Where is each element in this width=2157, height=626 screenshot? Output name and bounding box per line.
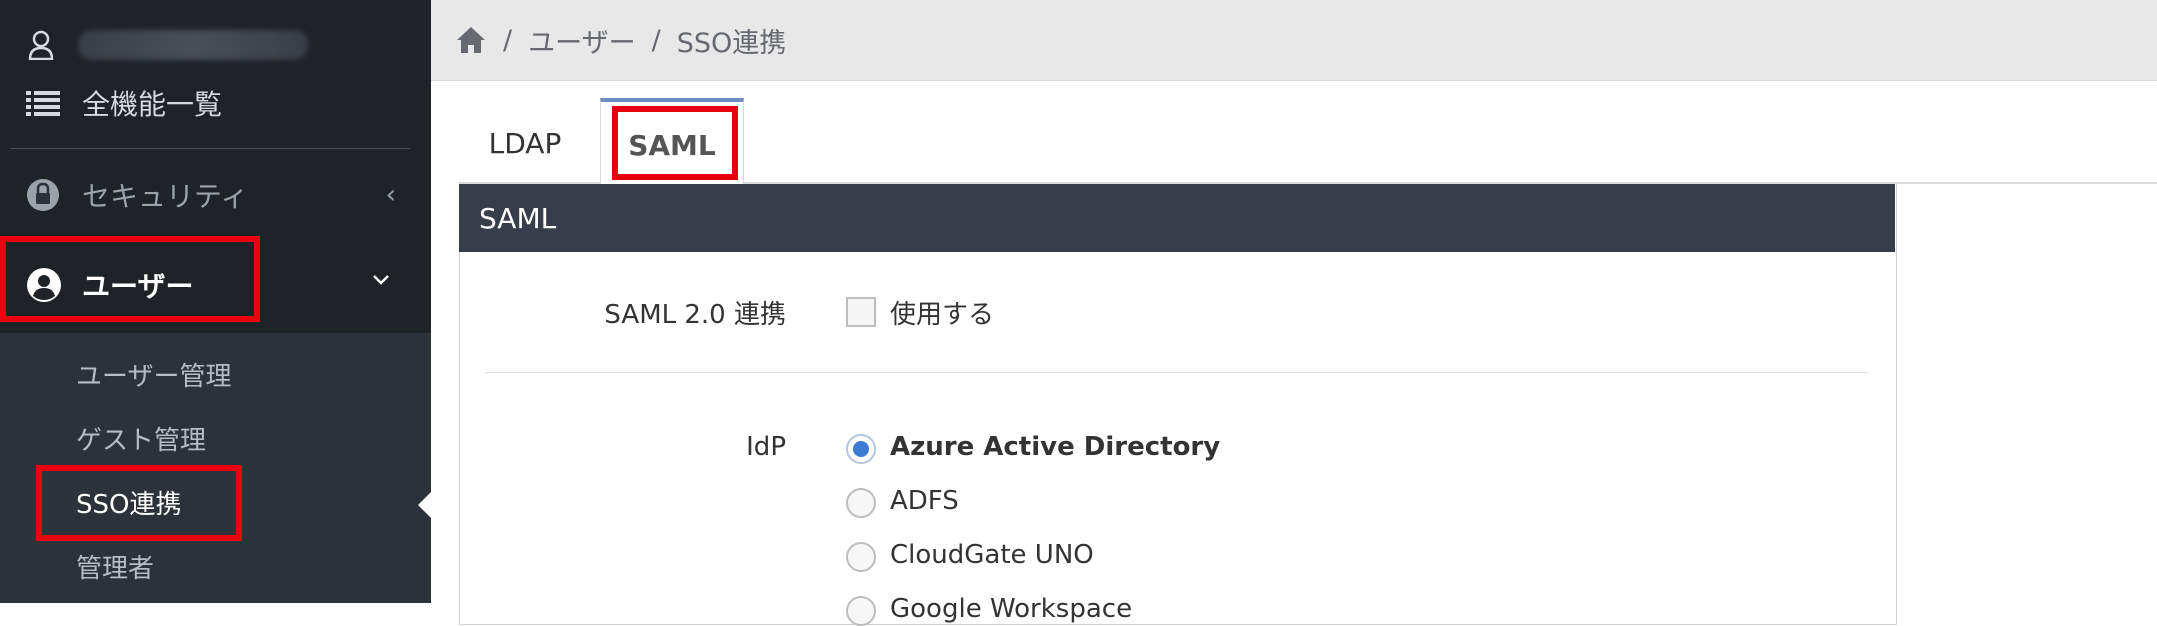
breadcrumb-separator: / <box>651 24 661 56</box>
user-name-redacted <box>78 30 308 60</box>
highlight-box-user <box>0 236 260 322</box>
idp-option-label[interactable]: Azure Active Directory <box>890 432 1220 462</box>
active-item-pointer <box>418 491 432 519</box>
lock-icon <box>27 179 59 211</box>
person-outline-icon <box>28 30 54 60</box>
idp-radio-adfs[interactable] <box>846 488 876 518</box>
idp-option-label[interactable]: Google Workspace <box>890 594 1132 624</box>
chevron-left-icon: ‹ <box>385 180 396 210</box>
idp-radio-azure[interactable] <box>846 434 876 464</box>
breadcrumb: / ユーザー / SSO連携 <box>455 21 786 60</box>
current-user[interactable] <box>28 22 308 68</box>
panel-title: SAML <box>479 201 557 235</box>
form-divider <box>485 372 1868 373</box>
sidebar-item-label: 全機能一覧 <box>82 88 223 121</box>
panel-header: SAML <box>459 184 1895 252</box>
idp-label: IdP <box>746 432 786 462</box>
chevron-down-icon <box>373 275 389 285</box>
highlight-box-saml-tab <box>612 106 738 180</box>
breadcrumb-item-user[interactable]: ユーザー <box>528 21 635 60</box>
idp-radio-google[interactable] <box>846 596 876 626</box>
idp-radio-cloudgate[interactable] <box>846 542 876 572</box>
sidebar: 全機能一覧 セキュリティ ‹ ユーザー ユーザー管理 ゲスト管理 SSO連携 管… <box>0 0 432 603</box>
breadcrumb-bar: / ユーザー / SSO連携 <box>431 0 2157 81</box>
highlight-box-sso <box>36 465 242 541</box>
tab-ldap[interactable]: LDAP <box>460 102 590 184</box>
idp-option-label[interactable]: ADFS <box>890 486 959 516</box>
sidebar-item-security[interactable]: セキュリティ ‹ <box>26 172 406 218</box>
breadcrumb-separator: / <box>503 24 513 56</box>
sidebar-item-all-features[interactable]: 全機能一覧 <box>26 82 222 124</box>
sidebar-subitem-guest-management[interactable]: ゲスト管理 <box>76 420 206 457</box>
list-icon <box>26 91 60 116</box>
idp-option-label[interactable]: CloudGate UNO <box>890 540 1094 570</box>
sidebar-subitem-admin[interactable]: 管理者 <box>76 548 154 585</box>
sidebar-item-label: セキュリティ <box>82 180 249 213</box>
home-icon[interactable] <box>455 25 487 55</box>
saml-label: SAML 2.0 連携 <box>604 300 786 330</box>
breadcrumb-item-sso: SSO連携 <box>676 27 787 59</box>
use-saml-label[interactable]: 使用する <box>890 294 994 331</box>
sidebar-subitem-user-management[interactable]: ユーザー管理 <box>76 356 231 393</box>
sidebar-divider <box>10 148 410 149</box>
use-saml-checkbox[interactable] <box>846 297 876 327</box>
